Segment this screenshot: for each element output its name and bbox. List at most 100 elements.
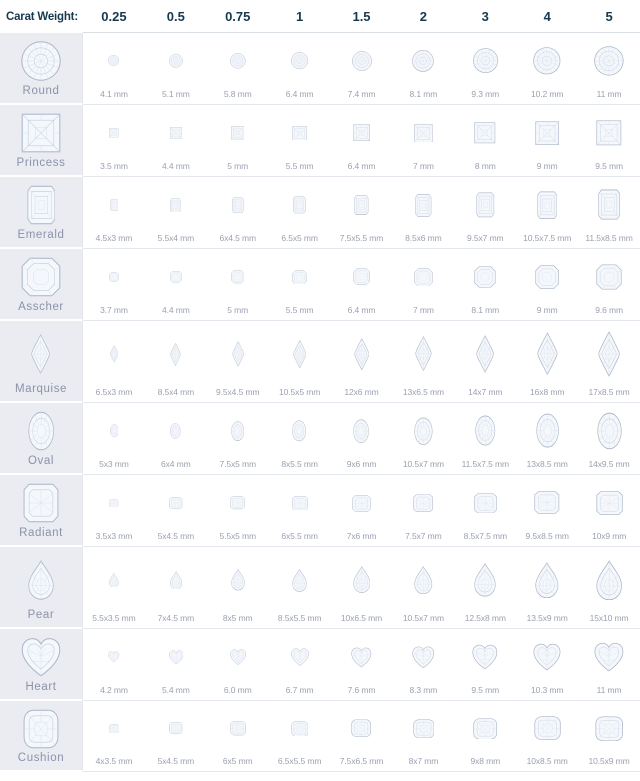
cell-princess-0-5ct[interactable]: 4.4 mm — [145, 105, 207, 176]
cell-marquise-2ct[interactable]: 13x6.5 mm — [392, 321, 454, 402]
cell-asscher-5ct[interactable]: 9.6 mm — [578, 249, 640, 320]
cell-cushion-0-75ct[interactable]: 6x5 mm — [207, 701, 269, 771]
shape-label-cell-asscher[interactable]: Asscher — [0, 249, 83, 321]
cell-cushion-1ct[interactable]: 6.5x5.5 mm — [269, 701, 331, 771]
cell-oval-3ct[interactable]: 11.5x7.5 mm — [454, 403, 516, 474]
cell-pear-1-5ct[interactable]: 10x6.5 mm — [331, 547, 393, 628]
cell-asscher-0-75ct[interactable]: 5 mm — [207, 249, 269, 320]
cell-heart-1-5ct[interactable]: 7.6 mm — [331, 629, 393, 700]
cell-oval-0-5ct[interactable]: 6x4 mm — [145, 403, 207, 474]
cell-princess-0-75ct[interactable]: 5 mm — [207, 105, 269, 176]
cell-pear-0-5ct[interactable]: 7x4.5 mm — [145, 547, 207, 628]
shape-label-cell-round[interactable]: Round — [0, 33, 83, 105]
cell-emerald-0-25ct[interactable]: 4.5x3 mm — [83, 177, 145, 248]
cell-round-4ct[interactable]: 10.2 mm — [516, 33, 578, 104]
cell-round-5ct[interactable]: 11 mm — [578, 33, 640, 104]
cell-radiant-4ct[interactable]: 9.5x8.5 mm — [516, 475, 578, 546]
cell-pear-4ct[interactable]: 13.5x9 mm — [516, 547, 578, 628]
cell-pear-3ct[interactable]: 12.5x8 mm — [454, 547, 516, 628]
cell-emerald-4ct[interactable]: 10.5x7.5 mm — [516, 177, 578, 248]
cell-marquise-0-25ct[interactable]: 6.5x3 mm — [83, 321, 145, 402]
cell-princess-2ct[interactable]: 7 mm — [392, 105, 454, 176]
cell-pear-2ct[interactable]: 10.5x7 mm — [392, 547, 454, 628]
cell-princess-3ct[interactable]: 8 mm — [454, 105, 516, 176]
cell-emerald-3ct[interactable]: 9.5x7 mm — [454, 177, 516, 248]
cell-cushion-4ct[interactable]: 10x8.5 mm — [516, 701, 578, 771]
cell-radiant-0-75ct[interactable]: 5.5x5 mm — [207, 475, 269, 546]
cell-oval-2ct[interactable]: 10.5x7 mm — [392, 403, 454, 474]
cell-pear-5ct[interactable]: 15x10 mm — [578, 547, 640, 628]
cell-oval-0-25ct[interactable]: 5x3 mm — [83, 403, 145, 474]
shape-label-cell-emerald[interactable]: Emerald — [0, 177, 83, 249]
cell-heart-1ct[interactable]: 6.7 mm — [269, 629, 331, 700]
cell-marquise-1ct[interactable]: 10.5x5 mm — [269, 321, 331, 402]
cell-oval-1ct[interactable]: 8x5.5 mm — [269, 403, 331, 474]
cell-marquise-0-5ct[interactable]: 8.5x4 mm — [145, 321, 207, 402]
cell-heart-4ct[interactable]: 10.3 mm — [516, 629, 578, 700]
cell-princess-1-5ct[interactable]: 6.4 mm — [331, 105, 393, 176]
cell-princess-1ct[interactable]: 5.5 mm — [269, 105, 331, 176]
cell-cushion-3ct[interactable]: 9x8 mm — [454, 701, 516, 771]
cell-round-1-5ct[interactable]: 7.4 mm — [331, 33, 393, 104]
cell-radiant-0-5ct[interactable]: 5x4.5 mm — [145, 475, 207, 546]
cell-heart-0-75ct[interactable]: 6.0 mm — [207, 629, 269, 700]
cell-emerald-1ct[interactable]: 6.5x5 mm — [269, 177, 331, 248]
cell-radiant-1ct[interactable]: 6x5.5 mm — [269, 475, 331, 546]
cell-emerald-2ct[interactable]: 8.5x6 mm — [392, 177, 454, 248]
cell-round-0-75ct[interactable]: 5.8 mm — [207, 33, 269, 104]
cell-round-2ct[interactable]: 8.1 mm — [392, 33, 454, 104]
cell-emerald-1-5ct[interactable]: 7.5x5.5 mm — [331, 177, 393, 248]
cell-heart-0-25ct[interactable]: 4.2 mm — [83, 629, 145, 700]
cell-round-0-5ct[interactable]: 5.1 mm — [145, 33, 207, 104]
shape-label-cell-princess[interactable]: Princess — [0, 105, 83, 177]
cell-round-0-25ct[interactable]: 4.1 mm — [83, 33, 145, 104]
cell-asscher-2ct[interactable]: 7 mm — [392, 249, 454, 320]
shape-label-cell-radiant[interactable]: Radiant — [0, 475, 83, 547]
cell-princess-0-25ct[interactable]: 3.5 mm — [83, 105, 145, 176]
shape-label-cell-pear[interactable]: Pear — [0, 547, 83, 629]
cell-cushion-5ct[interactable]: 10.5x9 mm — [578, 701, 640, 771]
cell-asscher-0-5ct[interactable]: 4.4 mm — [145, 249, 207, 320]
cell-marquise-3ct[interactable]: 14x7 mm — [454, 321, 516, 402]
cell-radiant-1-5ct[interactable]: 7x6 mm — [331, 475, 393, 546]
shape-label-cell-cushion[interactable]: Cushion — [0, 701, 83, 772]
cell-asscher-1ct[interactable]: 5.5 mm — [269, 249, 331, 320]
cell-radiant-0-25ct[interactable]: 3.5x3 mm — [83, 475, 145, 546]
cell-princess-4ct[interactable]: 9 mm — [516, 105, 578, 176]
cell-asscher-3ct[interactable]: 8.1 mm — [454, 249, 516, 320]
shape-label-cell-heart[interactable]: Heart — [0, 629, 83, 701]
cell-round-1ct[interactable]: 6.4 mm — [269, 33, 331, 104]
cell-emerald-0-5ct[interactable]: 5.5x4 mm — [145, 177, 207, 248]
cell-pear-0-25ct[interactable]: 5.5x3.5 mm — [83, 547, 145, 628]
shape-label-cell-marquise[interactable]: Marquise — [0, 321, 83, 403]
cell-emerald-5ct[interactable]: 11.5x8.5 mm — [578, 177, 640, 248]
cell-oval-1-5ct[interactable]: 9x6 mm — [331, 403, 393, 474]
cell-radiant-5ct[interactable]: 10x9 mm — [578, 475, 640, 546]
cell-cushion-0-25ct[interactable]: 4x3.5 mm — [83, 701, 145, 771]
cell-round-3ct[interactable]: 9.3 mm — [454, 33, 516, 104]
cell-marquise-0-75ct[interactable]: 9.5x4.5 mm — [207, 321, 269, 402]
cell-heart-2ct[interactable]: 8.3 mm — [392, 629, 454, 700]
cell-asscher-0-25ct[interactable]: 3.7 mm — [83, 249, 145, 320]
cell-emerald-0-75ct[interactable]: 6x4.5 mm — [207, 177, 269, 248]
cell-marquise-5ct[interactable]: 17x8.5 mm — [578, 321, 640, 402]
cell-cushion-2ct[interactable]: 8x7 mm — [392, 701, 454, 771]
cell-heart-5ct[interactable]: 11 mm — [578, 629, 640, 700]
cell-radiant-3ct[interactable]: 8.5x7.5 mm — [454, 475, 516, 546]
cell-marquise-1-5ct[interactable]: 12x6 mm — [331, 321, 393, 402]
cell-oval-5ct[interactable]: 14x9.5 mm — [578, 403, 640, 474]
cell-cushion-0-5ct[interactable]: 5x4.5 mm — [145, 701, 207, 771]
cell-asscher-1-5ct[interactable]: 6.4 mm — [331, 249, 393, 320]
shape-label-cell-oval[interactable]: Oval — [0, 403, 83, 475]
cell-marquise-4ct[interactable]: 16x8 mm — [516, 321, 578, 402]
cell-heart-0-5ct[interactable]: 5.4 mm — [145, 629, 207, 700]
cell-oval-4ct[interactable]: 13x8.5 mm — [516, 403, 578, 474]
cell-oval-0-75ct[interactable]: 7.5x5 mm — [207, 403, 269, 474]
cell-asscher-4ct[interactable]: 9 mm — [516, 249, 578, 320]
cell-pear-0-75ct[interactable]: 8x5 mm — [207, 547, 269, 628]
cell-pear-1ct[interactable]: 8.5x5.5 mm — [269, 547, 331, 628]
cell-radiant-2ct[interactable]: 7.5x7 mm — [392, 475, 454, 546]
cell-princess-5ct[interactable]: 9.5 mm — [578, 105, 640, 176]
cell-heart-3ct[interactable]: 9.5 mm — [454, 629, 516, 700]
cell-cushion-1-5ct[interactable]: 7.5x6.5 mm — [331, 701, 393, 771]
